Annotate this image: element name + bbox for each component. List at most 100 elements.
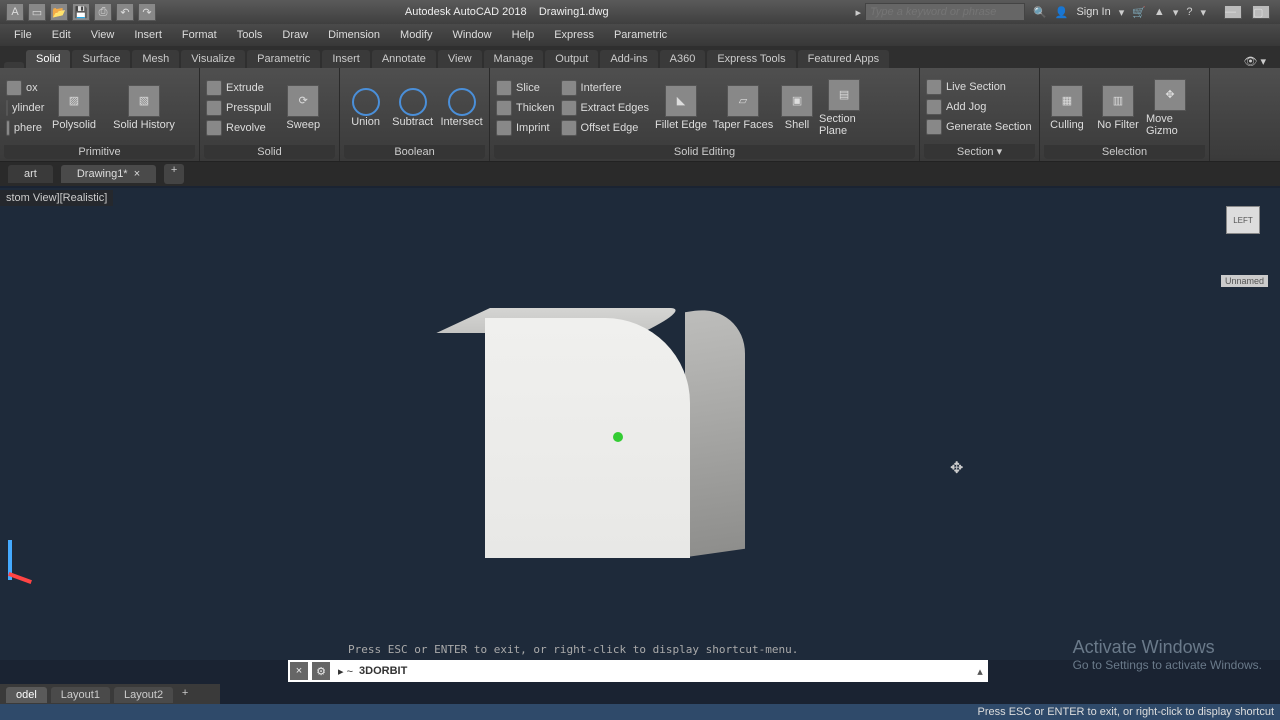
cmd-customize-icon[interactable]: ⚙ [312,662,330,680]
tab-output[interactable]: Output [545,50,598,68]
watermark-sub: Go to Settings to activate Windows. [1073,658,1262,672]
search-arrow-icon[interactable]: ▸ [852,6,866,19]
menu-insert[interactable]: Insert [124,26,172,44]
revolve-button[interactable]: Revolve [204,119,273,137]
taper-faces-button[interactable]: ▱Taper Faces [711,85,775,131]
layout2-tab[interactable]: Layout2 [114,687,173,703]
offset-edge-button[interactable]: Offset Edge [559,119,651,137]
union-button[interactable]: Union [344,88,387,128]
subtract-icon [399,88,427,116]
help-icon[interactable]: ? [1186,6,1192,18]
undo-icon[interactable]: ↶ [116,3,134,21]
tab-featured-apps[interactable]: Featured Apps [798,50,890,68]
new-icon[interactable]: ▭ [28,3,46,21]
viewport-label[interactable]: stom View][Realistic] [0,190,113,206]
start-tab[interactable]: art [8,165,53,183]
tab-addins[interactable]: Add-ins [600,50,657,68]
tab-manage[interactable]: Manage [484,50,544,68]
menu-edit[interactable]: Edit [42,26,81,44]
menu-parametric[interactable]: Parametric [604,26,677,44]
menu-express[interactable]: Express [544,26,604,44]
tab-annotate[interactable]: Annotate [372,50,436,68]
tab-insert[interactable]: Insert [322,50,370,68]
new-tab-button[interactable]: + [164,164,184,184]
extract-edges-icon [561,100,577,116]
fillet-edge-button[interactable]: ◣Fillet Edge [653,85,709,131]
signin-label[interactable]: Sign In [1076,6,1110,18]
saveas-icon[interactable]: ⎙ [94,3,112,21]
polysolid-button[interactable]: ▨Polysolid [46,85,102,131]
viewcube-ucs-label[interactable]: Unnamed [1221,275,1268,287]
extract-edges-button[interactable]: Extract Edges [559,99,651,117]
intersect-button[interactable]: Intersect [438,88,485,128]
culling-button[interactable]: ▦Culling [1044,85,1090,131]
signin-icon[interactable]: 👤 [1055,6,1069,19]
signin-drop-icon[interactable]: ▾ [1119,6,1125,19]
subtract-button[interactable]: Subtract [389,88,436,128]
help-drop-icon[interactable]: ▾ [1200,6,1206,19]
imprint-button[interactable]: Imprint [494,119,557,137]
tab-visualize[interactable]: Visualize [181,50,245,68]
sphere-button[interactable]: phere [4,119,44,137]
generate-section-button[interactable]: Generate Section [924,118,1034,136]
menu-dimension[interactable]: Dimension [318,26,390,44]
tab-parametric[interactable]: Parametric [247,50,320,68]
search-go-icon[interactable]: 🔍 [1033,6,1047,19]
command-line[interactable]: × ⚙ ▸ ~ 3DORBIT ▴ [288,660,988,682]
cylinder-button[interactable]: ylinder [4,99,44,117]
add-layout-button[interactable]: + [177,687,193,703]
minimize-button[interactable]: — [1224,5,1242,19]
viewport[interactable]: ✥ [0,188,1280,660]
viewcube-face[interactable]: LEFT [1226,206,1260,234]
menu-modify[interactable]: Modify [390,26,442,44]
shell-button[interactable]: ▣Shell [777,85,817,131]
tab-express-tools[interactable]: Express Tools [707,50,795,68]
cmd-history-icon[interactable]: ▴ [972,665,988,678]
live-section-button[interactable]: Live Section [924,78,1034,96]
redo-icon[interactable]: ↷ [138,3,156,21]
panel-section: Live Section Add Jog Generate Section Se… [920,68,1040,161]
model-side-face [685,304,745,557]
maximize-button[interactable]: ▢ [1252,5,1270,19]
menu-window[interactable]: Window [442,26,501,44]
no-filter-icon: ▥ [1102,85,1134,117]
ucs-icon[interactable] [8,540,12,580]
app-menu-icon[interactable]: A [6,3,24,21]
move-gizmo-button[interactable]: ✥Move Gizmo [1146,79,1194,137]
open-icon[interactable]: 📂 [50,3,68,21]
exchange-icon[interactable]: 🛒 [1132,6,1146,19]
tab-mesh[interactable]: Mesh [132,50,179,68]
menu-draw[interactable]: Draw [272,26,318,44]
slice-button[interactable]: Slice [494,79,557,97]
menu-help[interactable]: Help [502,26,545,44]
box-button[interactable]: ox [4,79,44,97]
ribbon-visibility-icon[interactable]: 👁 ▾ [1233,55,1276,68]
menu-file[interactable]: File [4,26,42,44]
sweep-button[interactable]: ⟳Sweep [275,85,331,131]
tab-a360[interactable]: A360 [660,50,706,68]
a360-drop-icon[interactable]: ▾ [1173,6,1179,19]
menu-tools[interactable]: Tools [227,26,273,44]
save-icon[interactable]: 💾 [72,3,90,21]
layout1-tab[interactable]: Layout1 [51,687,110,703]
thicken-button[interactable]: Thicken [494,99,557,117]
a360-icon[interactable]: ▲ [1154,6,1165,18]
solid-history-button[interactable]: ▧Solid History [104,85,184,131]
section-plane-button[interactable]: ▤Section Plane [819,79,869,137]
interfere-button[interactable]: Interfere [559,79,651,97]
extrude-button[interactable]: Extrude [204,79,273,97]
add-jog-button[interactable]: Add Jog [924,98,1034,116]
tab-view[interactable]: View [438,50,482,68]
tab-solid[interactable]: Solid [26,50,70,68]
command-input[interactable]: ▸ ~ 3DORBIT [332,665,972,678]
cmd-close-icon[interactable]: × [290,662,308,680]
menu-format[interactable]: Format [172,26,227,44]
no-filter-button[interactable]: ▥No Filter [1092,85,1144,131]
menu-view[interactable]: View [81,26,125,44]
model-tab[interactable]: odel [6,687,47,703]
presspull-button[interactable]: Presspull [204,99,273,117]
tab-surface[interactable]: Surface [72,50,130,68]
viewcube[interactable]: LEFT Unnamed [1218,200,1268,250]
drawing-tab[interactable]: Drawing1* × [61,165,156,183]
search-input[interactable] [865,3,1025,21]
